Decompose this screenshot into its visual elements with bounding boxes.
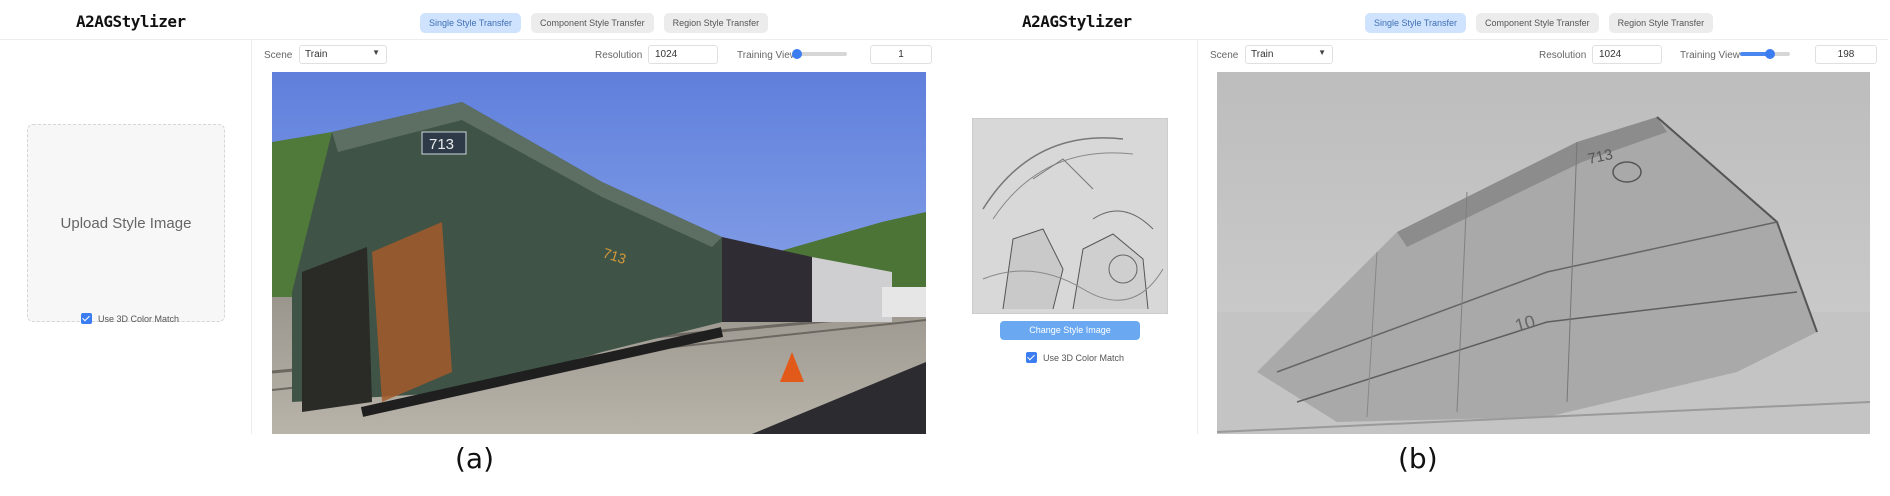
- upload-style-image-dropzone[interactable]: Upload Style Image: [27, 124, 225, 322]
- style-sidebar: Change Style Image Use 3D Color Match: [944, 40, 1198, 434]
- control-bar: Scene Train ▼ Resolution 1024 Training V…: [1198, 40, 1888, 72]
- panel-a: A2AGStylizer Single Style Transfer Compo…: [0, 0, 944, 475]
- upload-style-image-label: Upload Style Image: [60, 214, 192, 232]
- scene-viewer-stylized[interactable]: 713 10: [1217, 72, 1870, 434]
- color-match-label: Use 3D Color Match: [98, 313, 180, 324]
- training-view-slider-handle[interactable]: [792, 49, 802, 59]
- style-sidebar: Upload Style Image Use 3D Color Match: [0, 40, 252, 434]
- mode-tabs: Single Style Transfer Component Style Tr…: [1365, 13, 1714, 33]
- app-logo: A2AGStylizer: [76, 12, 186, 31]
- scene-viewer-original[interactable]: 713 713: [272, 72, 926, 434]
- top-bar: A2AGStylizer Single Style Transfer Compo…: [944, 0, 1888, 40]
- training-view-slider[interactable]: [1740, 49, 1790, 59]
- scene-select-value: Train: [1251, 49, 1274, 60]
- training-view-slider-handle[interactable]: [1765, 49, 1775, 59]
- tab-single-style-transfer[interactable]: Single Style Transfer: [1365, 13, 1467, 33]
- figure-caption-a: (a): [455, 442, 495, 475]
- panel-b: A2AGStylizer Single Style Transfer Compo…: [944, 0, 1888, 475]
- change-style-image-button[interactable]: Change Style Image: [1000, 321, 1140, 340]
- resolution-label: Resolution: [1539, 50, 1587, 61]
- chevron-down-icon: ▼: [1318, 48, 1326, 57]
- training-view-label: Training View: [737, 50, 798, 61]
- control-bar: Scene Train ▼ Resolution 1024 Training V…: [252, 40, 944, 72]
- scene-select[interactable]: Train ▼: [1245, 45, 1333, 64]
- tab-single-style-transfer[interactable]: Single Style Transfer: [420, 13, 522, 33]
- training-view-input[interactable]: 198: [1815, 45, 1877, 64]
- tab-region-style-transfer[interactable]: Region Style Transfer: [663, 13, 769, 33]
- training-view-input[interactable]: 1: [870, 45, 932, 64]
- resolution-label: Resolution: [595, 50, 643, 61]
- training-view-slider[interactable]: [792, 49, 847, 59]
- color-match-label: Use 3D Color Match: [1043, 352, 1125, 363]
- app-logo: A2AGStylizer: [1022, 12, 1132, 31]
- training-view-label: Training View: [1680, 50, 1741, 61]
- train-render-image: 713 713: [272, 72, 926, 434]
- resolution-input[interactable]: 1024: [648, 45, 718, 64]
- stylized-train-render-image: 713 10: [1217, 72, 1870, 434]
- color-match-option[interactable]: Use 3D Color Match: [81, 313, 179, 324]
- tab-region-style-transfer[interactable]: Region Style Transfer: [1608, 13, 1714, 33]
- top-bar: A2AGStylizer Single Style Transfer Compo…: [0, 0, 944, 40]
- resolution-input[interactable]: 1024: [1592, 45, 1662, 64]
- chevron-down-icon: ▼: [372, 48, 380, 57]
- tab-component-style-transfer[interactable]: Component Style Transfer: [531, 13, 654, 33]
- panel-divider: [944, 0, 945, 40]
- color-match-option[interactable]: Use 3D Color Match: [1026, 352, 1124, 363]
- color-match-checkbox[interactable]: [1026, 352, 1037, 363]
- style-sketch-image: [973, 119, 1167, 313]
- mode-tabs: Single Style Transfer Component Style Tr…: [420, 13, 769, 33]
- style-image-thumbnail: [972, 118, 1168, 314]
- scene-label: Scene: [1210, 50, 1239, 61]
- svg-text:713: 713: [429, 136, 454, 153]
- scene-select-value: Train: [305, 49, 328, 60]
- scene-label: Scene: [264, 50, 293, 61]
- figure-caption-b: (b): [1398, 442, 1438, 475]
- tab-component-style-transfer[interactable]: Component Style Transfer: [1476, 13, 1599, 33]
- scene-select[interactable]: Train ▼: [299, 45, 387, 64]
- color-match-checkbox[interactable]: [81, 313, 92, 324]
